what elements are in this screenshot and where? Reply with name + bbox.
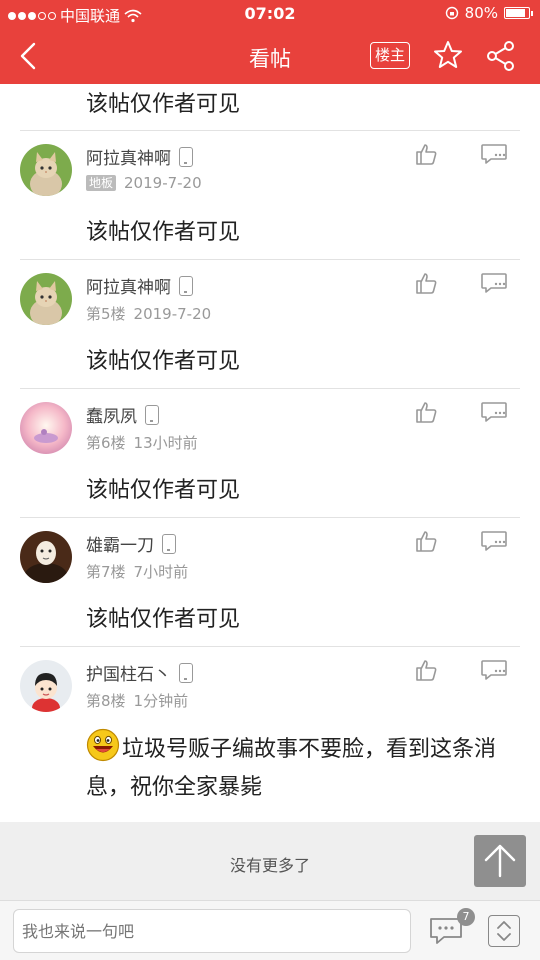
scroll-to-top-button[interactable] (474, 835, 526, 887)
post-item: 蠢夙夙 第6楼 13小时前 该帖仅作者可见 (0, 388, 540, 517)
username-text: 蠢夙夙 (86, 407, 137, 427)
username-text: 护国柱石丶 (86, 665, 171, 685)
floor-label: 第7楼 (86, 563, 126, 581)
only-op-button[interactable]: 楼主 (370, 42, 410, 69)
battery-info: 80% (445, 4, 533, 22)
mobile-icon (162, 533, 176, 554)
post-time: 2019-7-20 (124, 174, 202, 192)
username[interactable]: 蠢夙夙 (86, 402, 159, 427)
post-text: 该帖仅作者可见 (86, 349, 241, 374)
no-more-text: 没有更多了 (229, 856, 310, 875)
post-text: 垃圾号贩子编故事不要脸，看到这条消息，祝你全家暴毙 (86, 737, 497, 800)
battery-percent: 80% (464, 4, 498, 22)
thumbs-up-icon[interactable] (414, 271, 438, 295)
comment-input[interactable] (13, 909, 411, 953)
post-text: 该帖仅作者可见 (86, 220, 241, 245)
post-meta: 第8楼 1分钟前 (86, 690, 188, 711)
mobile-icon (179, 662, 193, 683)
post-time: 7小时前 (133, 563, 189, 581)
page-jump-button[interactable] (488, 915, 520, 947)
reply-icon[interactable] (480, 658, 508, 682)
username[interactable]: 阿拉真神啊 (86, 273, 193, 298)
chevron-up-down-icon (497, 921, 511, 941)
thumbs-up-icon[interactable] (414, 658, 438, 682)
post-meta: 第6楼 13小时前 (86, 432, 198, 453)
post-meta: 地板 2019-7-20 (86, 174, 202, 192)
status-bar: 中国联通 07:02 80% (0, 0, 540, 28)
arrow-up-icon (484, 844, 516, 878)
post-time: 13小时前 (133, 434, 198, 452)
thumbs-up-icon[interactable] (414, 142, 438, 166)
reply-icon[interactable] (480, 400, 508, 424)
username-text: 阿拉真神啊 (86, 278, 171, 298)
username[interactable]: 雄霸一刀 (86, 531, 176, 556)
username[interactable]: 阿拉真神啊 (86, 144, 193, 169)
no-more-footer: 没有更多了 (0, 822, 540, 900)
rotation-lock-icon (445, 6, 458, 20)
mobile-icon (179, 146, 193, 167)
avatar[interactable] (20, 144, 72, 196)
post-content: 垃圾号贩子编故事不要脸，看到这条消息，祝你全家暴毙 (86, 728, 516, 807)
nav-bar: 看帖 楼主 (0, 28, 540, 84)
reply-icon[interactable] (480, 271, 508, 295)
username-text: 阿拉真神啊 (86, 149, 171, 169)
floor-label: 第5楼 (86, 305, 126, 323)
post-meta: 第5楼 2019-7-20 (86, 303, 211, 324)
post-item: 护国柱石丶 第8楼 1分钟前 垃圾号贩子编故事不要脸，看到这条消息，祝你全家暴毙 (0, 646, 540, 822)
floor-label: 第8楼 (86, 692, 126, 710)
share-icon[interactable] (485, 40, 517, 72)
reply-icon[interactable] (480, 529, 508, 553)
thumbs-up-icon[interactable] (414, 400, 438, 424)
post-list: 该帖仅作者可见 阿拉真神啊 地板 2019-7-20 该帖仅作者可见 阿拉真神啊… (0, 84, 540, 822)
mobile-icon (179, 275, 193, 296)
battery-icon (504, 7, 533, 19)
floor-label: 第6楼 (86, 434, 126, 452)
username-text: 雄霸一刀 (86, 536, 154, 556)
avatar[interactable] (20, 273, 72, 325)
avatar[interactable] (20, 402, 72, 454)
thumbs-up-icon[interactable] (414, 529, 438, 553)
reply-icon[interactable] (480, 142, 508, 166)
post-item: 阿拉真神啊 地板 2019-7-20 该帖仅作者可见 (0, 130, 540, 259)
post-time: 2019-7-20 (133, 304, 212, 323)
bottom-bar (0, 900, 540, 960)
grin-emoji-icon (86, 728, 120, 762)
comment-count-badge: 7 (457, 908, 475, 926)
avatar[interactable] (20, 531, 72, 583)
floor-label: 地板 (86, 175, 117, 191)
post-meta: 第7楼 7小时前 (86, 561, 188, 582)
avatar[interactable] (20, 660, 72, 712)
star-icon[interactable] (432, 39, 464, 71)
post-text: 该帖仅作者可见 (86, 92, 241, 117)
post-item: 阿拉真神啊 第5楼 2019-7-20 该帖仅作者可见 (0, 259, 540, 388)
post-time: 1分钟前 (133, 692, 189, 710)
mobile-icon (145, 404, 159, 425)
post-text: 该帖仅作者可见 (86, 478, 241, 503)
post-text: 该帖仅作者可见 (86, 607, 241, 632)
username[interactable]: 护国柱石丶 (86, 660, 193, 685)
post-item: 雄霸一刀 第7楼 7小时前 该帖仅作者可见 (0, 517, 540, 646)
